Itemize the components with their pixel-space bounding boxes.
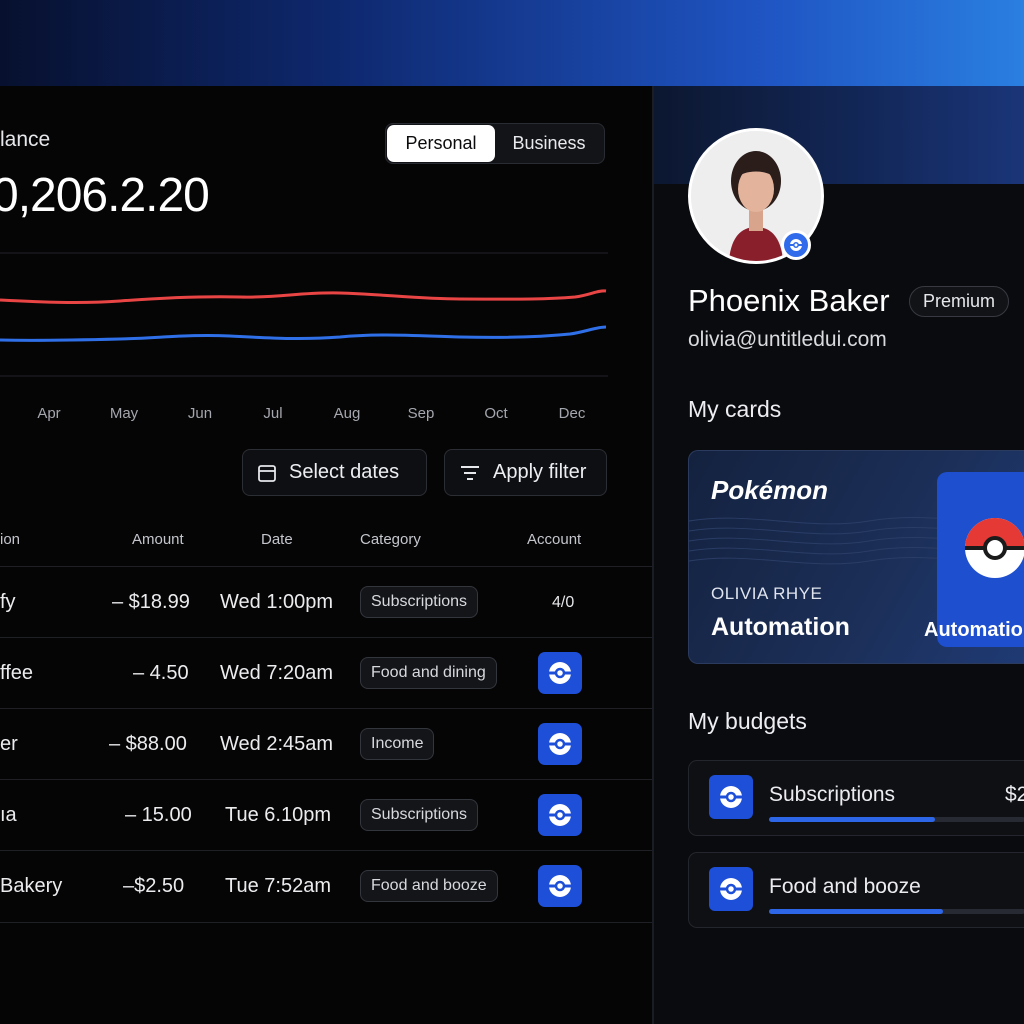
column-header-category[interactable]: Category: [360, 531, 421, 548]
budget-progress-track: [769, 909, 1024, 914]
my-cards-heading: My cards: [688, 396, 782, 422]
tick-label: Sep: [407, 405, 435, 422]
premium-badge: Premium: [909, 286, 1010, 317]
payment-card[interactable]: Pokémon OLIVIA RHYE Automation Automatio: [688, 450, 1024, 664]
calendar-icon: [257, 463, 277, 483]
balance-amount: 0,206.2.20: [0, 169, 210, 222]
budget-item[interactable]: Subscriptions $2: [688, 760, 1024, 836]
tick-label: May: [109, 405, 139, 422]
pokeball-icon: [709, 775, 753, 819]
transaction-amount: – 4.50: [133, 662, 189, 684]
column-header-description[interactable]: ion: [0, 531, 20, 548]
transaction-date: Tue 7:52am: [225, 875, 331, 897]
budget-progress-track: [769, 817, 1024, 822]
transaction-name: er: [0, 733, 18, 755]
apply-filter-label: Apply filter: [493, 461, 587, 483]
pokeball-icon[interactable]: [538, 794, 582, 836]
column-header-account[interactable]: Account: [527, 531, 581, 548]
profile-email: olivia@untitledui.com: [688, 328, 887, 351]
budget-name: Food and booze: [769, 875, 921, 898]
pokeball-icon: [709, 867, 753, 911]
transaction-amount: – 15.00: [125, 804, 192, 826]
tick-label: Aug: [333, 405, 361, 422]
table-row[interactable]: ffee – 4.50 Wed 7:20am Food and dining: [0, 637, 652, 709]
budget-progress-fill: [769, 909, 944, 914]
tick-label: Dec: [558, 405, 586, 422]
verified-badge-icon: [781, 230, 811, 260]
card-holder-name: OLIVIA RHYE: [711, 584, 823, 603]
my-budgets-heading: My budgets: [688, 708, 807, 734]
tick-label: Jun: [187, 405, 213, 422]
category-badge: Food and booze: [360, 870, 498, 902]
tab-business[interactable]: Business: [495, 125, 603, 162]
table-row[interactable]: er – $88.00 Wed 2:45am Income: [0, 708, 652, 780]
secondary-card-label: Automatio: [924, 619, 1023, 641]
pokeball-icon[interactable]: [538, 865, 582, 907]
profile-name: Phoenix Baker: [688, 283, 890, 318]
series-line-blue: [0, 325, 607, 342]
column-header-date[interactable]: Date: [261, 531, 293, 548]
chart-x-axis: Apr May Jun Jul Aug Sep Oct Dec: [0, 405, 612, 427]
account-text: 4/0: [552, 593, 575, 611]
budget-name: Subscriptions: [769, 783, 896, 806]
transaction-name: fy: [0, 591, 16, 613]
apply-filter-button[interactable]: Apply filter: [444, 449, 607, 496]
transaction-amount: – $88.00: [109, 733, 187, 755]
transaction-amount: – $18.99: [112, 591, 190, 613]
top-bar: [0, 0, 1024, 87]
tick-label: Apr: [37, 405, 61, 422]
transaction-name: ffee: [0, 662, 33, 684]
transaction-amount: –$2.50: [123, 875, 185, 897]
tab-personal[interactable]: Personal: [387, 125, 495, 162]
account-type-toggle: Personal Business: [385, 123, 605, 164]
table-row[interactable]: ıa – 15.00 Tue 6.10pm Subscriptions: [0, 779, 652, 851]
transaction-date: Wed 7:20am: [220, 662, 334, 684]
pokeball-icon[interactable]: [538, 723, 582, 765]
category-badge: Subscriptions: [360, 586, 479, 618]
select-dates-label: Select dates: [289, 461, 400, 483]
card-label: Automation: [711, 613, 850, 641]
series-line-red: [0, 289, 607, 305]
transaction-date: Wed 1:00pm: [220, 591, 334, 613]
transaction-name: Bakery: [0, 875, 63, 897]
transaction-date: Tue 6.10pm: [225, 804, 331, 826]
tick-label: Jul: [263, 405, 283, 422]
budget-amount: $2: [1005, 783, 1024, 806]
balance-label: lance: [0, 128, 51, 151]
budget-progress-fill: [769, 817, 936, 822]
filter-icon: [459, 463, 481, 483]
category-badge: Subscriptions: [360, 799, 479, 831]
tick-label: Oct: [484, 405, 508, 422]
table-row[interactable]: fy – $18.99 Wed 1:00pm Subscriptions 4/0: [0, 566, 652, 638]
budget-item[interactable]: Food and booze: [688, 852, 1024, 928]
transaction-name: ıa: [0, 804, 17, 826]
table-row[interactable]: Bakery –$2.50 Tue 7:52am Food and booze: [0, 850, 652, 923]
balance-chart: [0, 252, 608, 377]
pokeball-icon[interactable]: [538, 652, 582, 694]
pokeball-icon: [965, 518, 1024, 578]
transaction-date: Wed 2:45am: [220, 733, 334, 755]
column-header-amount[interactable]: Amount: [132, 531, 184, 548]
category-badge: Income: [360, 728, 435, 760]
card-brand-logo: Pokémon: [711, 475, 829, 505]
category-badge: Food and dining: [360, 657, 497, 689]
select-dates-button[interactable]: Select dates: [242, 449, 427, 496]
